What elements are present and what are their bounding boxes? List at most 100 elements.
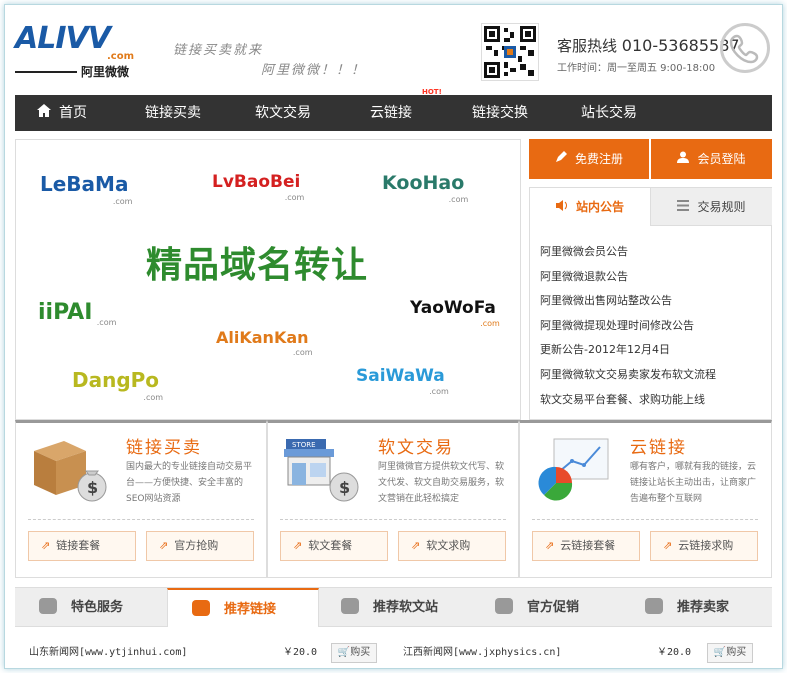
external-link-icon: ⇗ [159,539,169,552]
listing-price: ￥20.0 [283,647,318,658]
package-moneybag-icon: $ [30,437,110,503]
tab-featured-services[interactable]: 特色服务 [39,588,123,627]
external-link-icon: ⇗ [663,539,673,552]
section-desc: 国内最大的专业链接自动交易平台——方便快捷、安全丰富的SEO网站资源 [126,462,253,504]
external-link-icon: ⇗ [545,539,555,552]
divider [28,519,254,520]
notice-panel: 站内公告 交易规则 阿里微微会员公告 阿里微微退款公告 阿里微微出售网站整改公告… [529,187,772,420]
login-label: 会员登陆 [697,152,746,166]
qr-code-icon [481,23,539,81]
domain-lvbaobei: LvBaoBei .com [212,172,305,202]
buy-button[interactable]: 🛒购买 [707,643,753,663]
listing-site[interactable]: 山东新闻网[www.ytjinhui.com] [29,643,187,663]
nav-article-trade[interactable]: 软文交易 [255,95,311,131]
cloud-request-button[interactable]: ⇗ 云链接求购 [650,531,758,561]
slogan-line2: 阿里微微！！！ [261,63,367,78]
section-title: 链接买卖 [126,438,202,458]
buy-button[interactable]: 🛒购买 [331,643,377,663]
section-title: 软文交易 [378,438,454,458]
bottom-tab-bar: 特色服务 推荐链接 推荐软文站 官方促销 推荐卖家 [15,587,772,627]
nav-home-label: 首页 [59,105,87,121]
phone-icon [720,23,770,73]
tab-trade-rules[interactable]: 交易规则 [650,188,772,226]
hotline: 客服热线 010-53685587 [557,35,740,56]
section-article-trade: STORE $ 软文交易 阿里微微官方提供软文代写、软文代发、软文自助交易服务，… [267,420,519,578]
official-buy-button[interactable]: ⇗ 官方抢购 [146,531,254,561]
logo-cn: 阿里微微 [81,65,130,79]
tab-recommended-sellers[interactable]: 推荐卖家 [645,588,729,627]
notice-item[interactable]: 阿里微微提现处理时间修改公告 [540,314,716,339]
banner-title: 精品域名转让 [146,245,369,286]
logo-com: .com [107,51,135,62]
nav-webmaster-trade[interactable]: 站长交易 [581,95,637,131]
notice-item[interactable]: 阿里微微出售网站整改公告 [540,289,716,314]
svg-text:STORE: STORE [292,441,316,449]
external-link-icon: ⇗ [411,539,421,552]
domain-koohao: KooHao .com [382,172,469,204]
cloud-package-button[interactable]: ⇗ 云链接套餐 [532,531,640,561]
notice-item[interactable]: 阿里微微退款公告 [540,265,716,290]
main-nav: 首页 链接买卖 软文交易 云链接 HOT! 链接交换 站长交易 [15,88,772,131]
page-frame: ALIVV .com 阿里微微 链接买卖就来 阿里微微！！！ 客服热线 010-… [4,4,783,669]
register-label: 免费注册 [574,152,623,166]
register-button[interactable]: 免费注册 [529,139,649,179]
nav-home[interactable]: 首页 [37,95,87,131]
chat-icon [341,598,359,614]
list-icon [677,188,690,226]
alert-icon [495,598,513,614]
domain-iipai: iiPAI .com [38,300,117,327]
article-package-button[interactable]: ⇗ 软文套餐 [280,531,388,561]
notice-item[interactable]: 更新公告-2012年12月4日 [540,338,716,363]
notice-list: 阿里微微会员公告 阿里微微退款公告 阿里微微出售网站整改公告 阿里微微提现处理时… [540,240,716,412]
section-link-trade: $ 链接买卖 国内最大的专业链接自动交易平台——方便快捷、安全丰富的SEO网站资… [15,420,267,578]
nav-cloud-link-label: 云链接 [370,105,412,121]
section-title: 云链接 [630,438,687,458]
domain-alikankan: AliKanKan .com [216,328,313,357]
article-request-button[interactable]: ⇗ 软文求购 [398,531,506,561]
external-link-icon: ⇗ [293,539,303,552]
tab-recommended-links[interactable]: 推荐链接 [167,588,319,627]
cart-icon: 🛒 [337,647,351,658]
cart-icon: 🛒 [713,647,727,658]
divider [280,519,506,520]
tab-official-promotions[interactable]: 官方促销 [495,588,579,627]
slogan-line1: 链接买卖就来 [173,43,264,58]
site-logo[interactable]: ALIVV .com 阿里微微 [15,23,135,81]
tab-site-notice-label: 站内公告 [575,200,624,214]
svg-text:$: $ [339,478,350,497]
tab-trade-rules-label: 交易规则 [697,200,746,214]
chat-icon [192,600,210,616]
domain-banner[interactable]: LeBaMa .com LvBaoBei .com KooHao .com 精品域名转… [15,139,521,420]
domain-dangpo: DangPo .com [72,368,164,402]
login-button[interactable]: 会员登陆 [651,139,772,179]
chart-pie-icon [534,437,614,503]
listing-site[interactable]: 江西新闻网[www.jxphysics.cn] [403,643,561,663]
nav-link-trade[interactable]: 链接买卖 [145,95,201,131]
notice-item[interactable]: 阿里微微会员公告 [540,240,716,265]
domain-yaowofa: YaoWoFa .com [410,298,500,328]
listing-price: ￥20.0 [657,647,692,658]
hotline-label: 客服热线 [557,37,618,55]
logo-underline [15,71,77,73]
section-desc: 阿里微微官方提供软文代写、软文代发、软文自助交易服务，软文营销在此轻松搞定 [378,462,505,504]
pen-icon [555,139,567,179]
tab-recommended-article-sites[interactable]: 推荐软文站 [341,588,438,627]
chat-icon [645,598,663,614]
domain-lebama: LeBaMa .com [40,172,133,206]
chat-icon [39,598,57,614]
nav-cloud-link[interactable]: 云链接 HOT! [370,88,442,131]
user-icon [677,139,690,179]
notice-item[interactable]: 阿里微微软文交易卖家发布软文流程 [540,363,716,388]
speaker-icon [555,188,568,226]
nav-link-exchange[interactable]: 链接交换 [472,95,528,131]
link-package-button[interactable]: ⇗ 链接套餐 [28,531,136,561]
header: ALIVV .com 阿里微微 链接买卖就来 阿里微微！！！ 客服热线 010-… [5,5,782,95]
hot-badge: HOT! [422,88,442,96]
domain-saiwawa: SaiWaWa .com [356,366,449,396]
external-link-icon: ⇗ [41,539,51,552]
notice-item[interactable]: 软文交易平台套餐、求购功能上线 [540,388,716,413]
work-time: 工作时间：周一至周五 9:00-18:00 [557,63,716,74]
svg-text:$: $ [87,478,98,497]
tab-site-notice[interactable]: 站内公告 [530,188,650,226]
section-desc: 哪有客户，哪就有我的链接，云链接让站长主动出击，让商家广告遍布整个互联网 [630,462,757,504]
